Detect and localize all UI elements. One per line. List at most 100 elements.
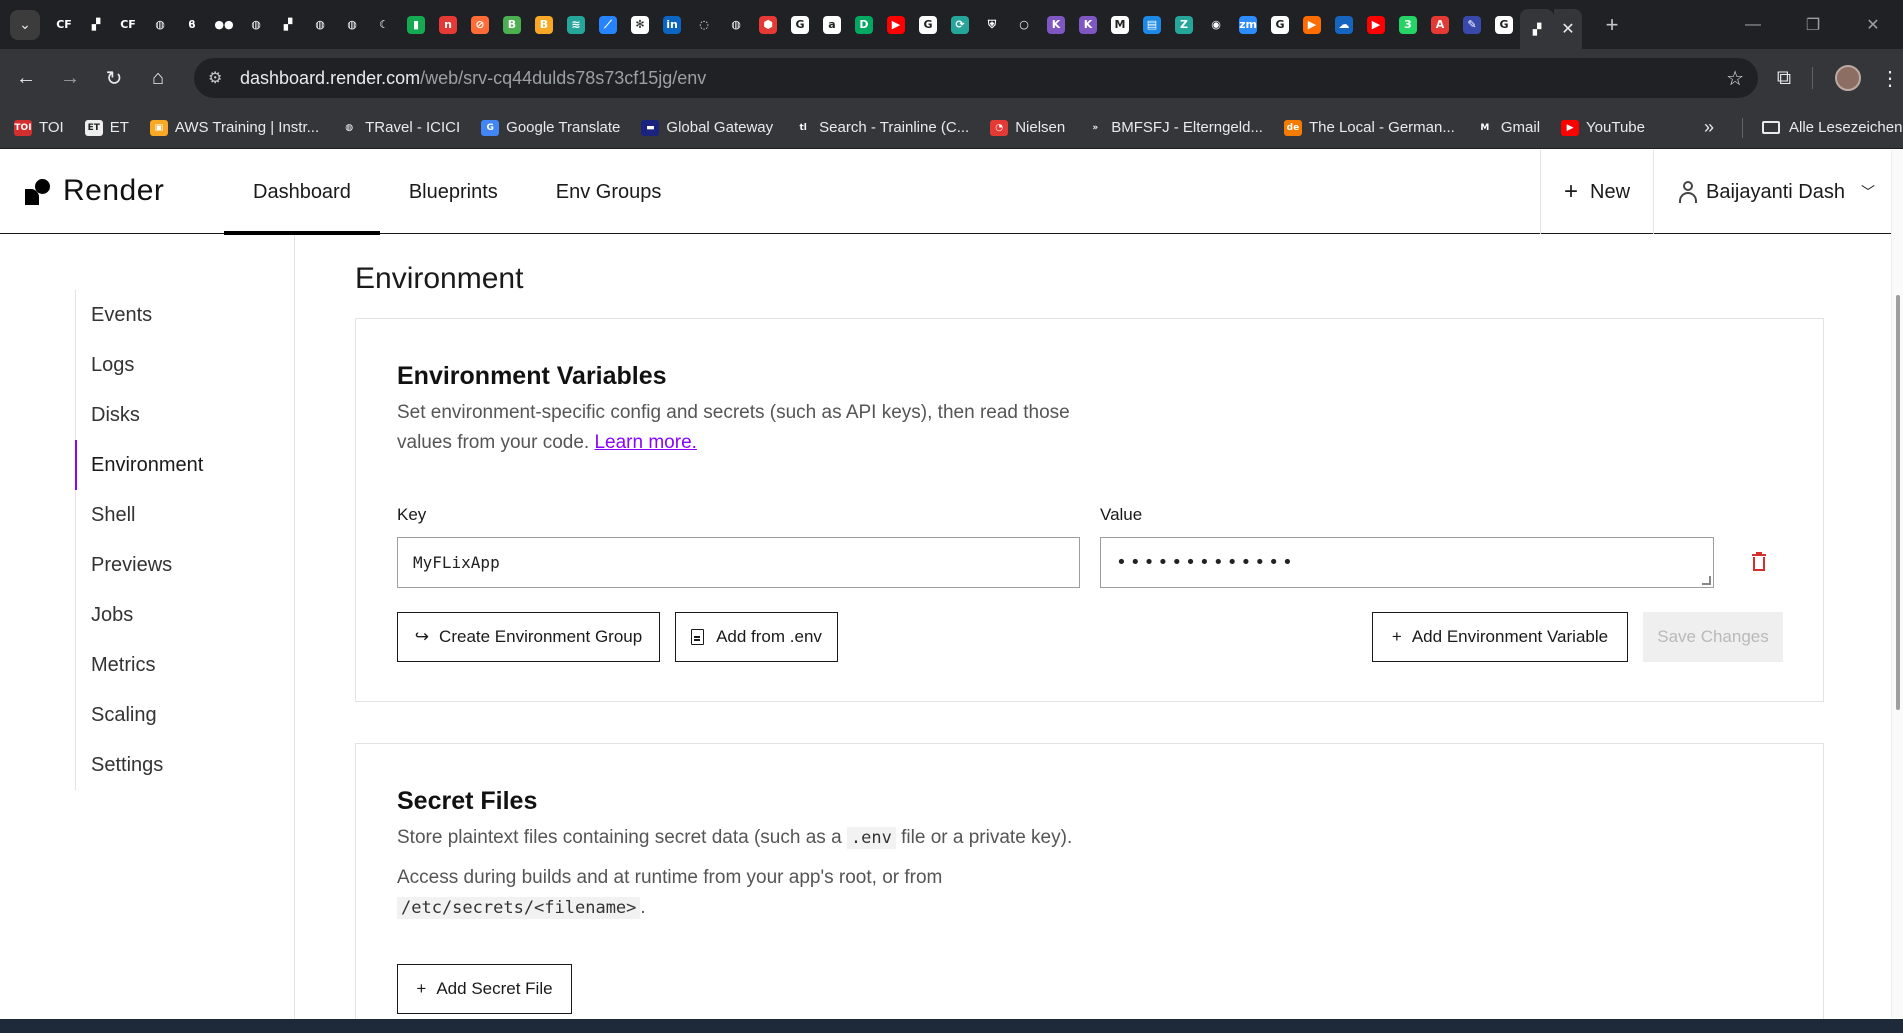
env-key-input[interactable]: MyFLixApp [397,537,1080,588]
bookmark-item[interactable]: TOI TOI [14,119,64,136]
tab-42[interactable]: 3 [1392,0,1424,49]
tab-45[interactable]: G [1488,0,1520,49]
tab-29[interactable]: ⛨ [976,0,1008,49]
save-changes-button[interactable]: Save Changes [1643,612,1783,662]
bookmark-item[interactable]: G Google Translate [481,119,620,136]
tab-30[interactable]: ○ [1008,0,1040,49]
bookmark-item[interactable]: M Gmail [1475,119,1540,136]
tab-41[interactable]: ▶ [1360,0,1392,49]
nav-dashboard[interactable]: Dashboard [224,150,380,235]
tab-28[interactable]: ⟳ [944,0,976,49]
reload-button[interactable]: ↻ [96,60,132,96]
bookmark-item[interactable]: ▬ Global Gateway [641,119,773,136]
env-value-input[interactable]: ••••••••••••• [1100,537,1714,588]
home-button[interactable]: ⌂ [140,60,176,96]
trash-icon[interactable] [1750,552,1768,572]
tab-39[interactable]: ▶ [1296,0,1328,49]
tab-2[interactable]: CF [112,0,144,49]
create-environment-group-button[interactable]: ↪ Create Environment Group [397,612,660,662]
new-tab-button[interactable]: + [1598,12,1626,38]
add-secret-file-button[interactable]: + Add Secret File [397,964,572,1014]
tab-10[interactable]: ☾ [368,0,400,49]
tab-38[interactable]: G [1264,0,1296,49]
tab-13[interactable]: ⊘ [464,0,496,49]
tab-16[interactable]: ≋ [560,0,592,49]
tab-3[interactable]: ◍ [144,0,176,49]
nav-env-groups[interactable]: Env Groups [527,150,691,234]
tab-8[interactable]: ◍ [304,0,336,49]
add-environment-variable-button[interactable]: + Add Environment Variable [1372,612,1628,662]
tab-25[interactable]: D [848,0,880,49]
tab-37[interactable]: zm [1232,0,1264,49]
sidebar-item-environment[interactable]: Environment [74,440,203,490]
tab-5[interactable]: ●● [208,0,240,49]
tab-34[interactable]: ▤ [1136,0,1168,49]
bookmark-item[interactable]: ▶ YouTube [1561,119,1645,136]
bookmark-item[interactable]: » BMFSFJ - Elterngeld... [1086,119,1263,136]
tab-4[interactable]: ϐ [176,0,208,49]
more-bookmarks-icon[interactable]: » [1704,117,1714,138]
address-bar[interactable]: ⚙ dashboard.render.com/web/srv-cq44dulds… [194,58,1758,98]
tab-1[interactable]: ▞ [80,0,112,49]
tab-20[interactable]: ◌ [688,0,720,49]
sidebar-item-metrics[interactable]: Metrics [76,640,203,690]
tab-9[interactable]: ◍ [336,0,368,49]
render-logo[interactable]: Render [25,174,164,208]
bookmark-item[interactable]: ◔ Nielsen [990,119,1065,136]
all-bookmarks-folder[interactable]: Alle Lesezeichen [1762,119,1902,136]
tab-27[interactable]: G [912,0,944,49]
tab-44[interactable]: ✎ [1456,0,1488,49]
restore-button[interactable]: ❐ [1783,0,1843,49]
bookmark-item[interactable]: tl Search - Trainline (C... [794,119,969,136]
extensions-icon[interactable]: ⧉ [1766,60,1802,96]
tab-31[interactable]: K [1040,0,1072,49]
minimize-button[interactable]: — [1723,0,1783,49]
profile-avatar[interactable] [1835,65,1861,91]
tab-18[interactable]: ✻ [624,0,656,49]
tab-11[interactable]: ▮ [400,0,432,49]
site-info-icon[interactable]: ⚙ [208,68,232,88]
user-menu[interactable]: Baijayanti Dash ﹀ [1653,150,1903,234]
more-menu-icon[interactable]: ⋮ [1880,60,1900,96]
tab-35[interactable]: Z [1168,0,1200,49]
tab-7[interactable]: ▞ [272,0,304,49]
tab-6[interactable]: ◍ [240,0,272,49]
tab-32[interactable]: K [1072,0,1104,49]
bookmark-item[interactable]: de The Local - German... [1283,119,1455,136]
tab-search-dropdown[interactable]: ⌄ [10,9,40,40]
tab-14[interactable]: B [496,0,528,49]
back-button[interactable]: ← [8,60,44,96]
close-window-button[interactable]: ✕ [1843,0,1903,49]
sidebar-item-disks[interactable]: Disks [76,390,203,440]
tab-36[interactable]: ◉ [1200,0,1232,49]
tab-43[interactable]: A [1424,0,1456,49]
tab-33[interactable]: M [1104,0,1136,49]
tab-46[interactable]: ▞ [1520,9,1554,49]
bookmark-item[interactable]: ET ET [84,119,129,136]
tab-21[interactable]: ◍ [720,0,752,49]
tab-22[interactable]: ⬢ [752,0,784,49]
sidebar-item-jobs[interactable]: Jobs [76,590,203,640]
bookmark-item[interactable]: ◍ TRavel - ICICI [340,119,460,136]
bookmark-item[interactable]: ▣ AWS Training | Instr... [149,119,319,136]
sidebar-item-scaling[interactable]: Scaling [76,690,203,740]
tab-40[interactable]: ☁ [1328,0,1360,49]
sidebar-item-events[interactable]: Events [76,290,203,340]
nav-blueprints[interactable]: Blueprints [380,150,527,234]
add-from-env-button[interactable]: Add from .env [675,612,838,662]
tab-24[interactable]: a [816,0,848,49]
sidebar-item-logs[interactable]: Logs [76,340,203,390]
tab-15[interactable]: B [528,0,560,49]
tab-0[interactable]: CF [48,0,80,49]
sidebar-item-settings[interactable]: Settings [76,740,203,790]
learn-more-link[interactable]: Learn more. [594,432,696,453]
tab-23[interactable]: G [784,0,816,49]
bookmark-star-icon[interactable]: ☆ [1726,66,1744,91]
new-button[interactable]: + New [1540,150,1653,234]
scrollbar-thumb[interactable] [1896,295,1900,710]
forward-button[interactable]: → [52,60,88,96]
close-tab-icon[interactable]: ✕ [1554,9,1582,49]
resize-handle[interactable] [1702,576,1711,585]
tab-19[interactable]: in [656,0,688,49]
tab-12[interactable]: n [432,0,464,49]
